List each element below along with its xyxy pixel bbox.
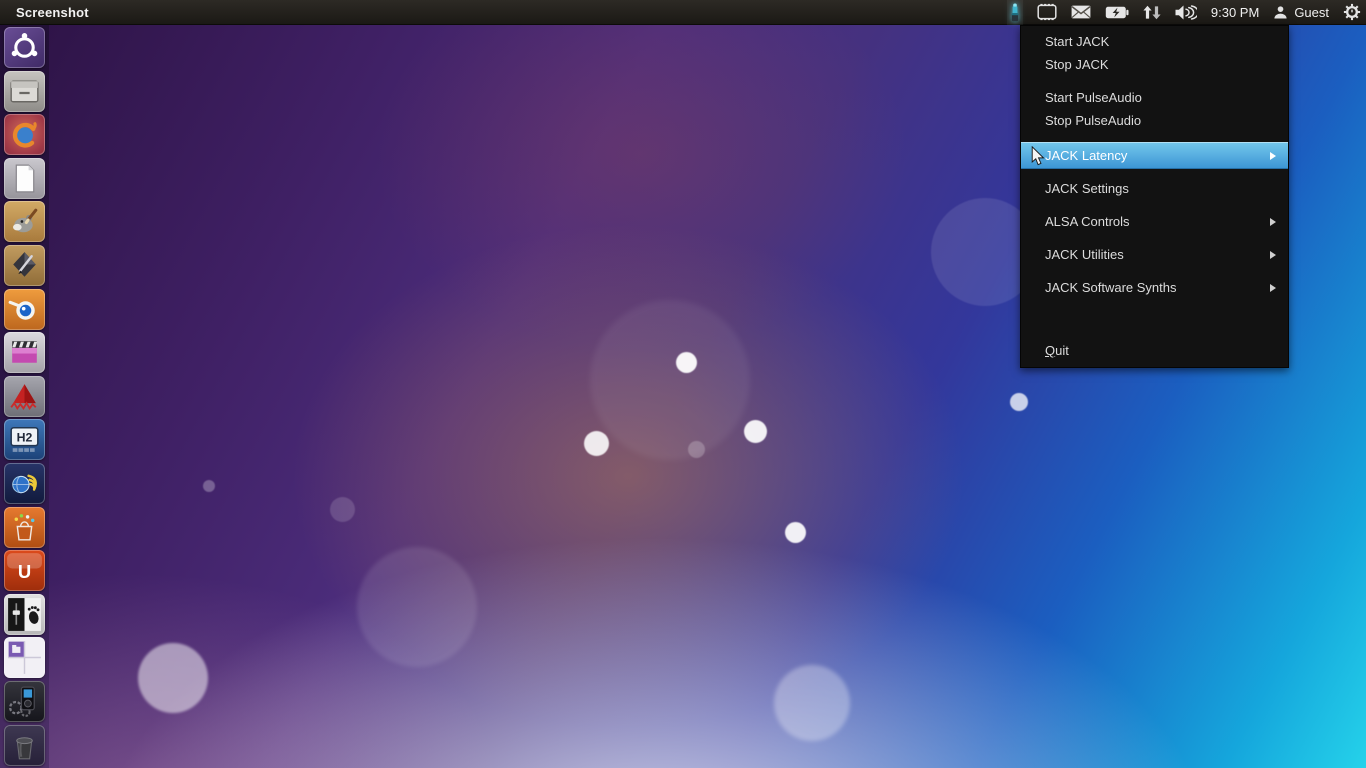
launcher-item-video-editor[interactable] — [4, 332, 45, 374]
menu-item-quit[interactable]: Quit — [1021, 339, 1288, 362]
submenu-arrow-icon — [1270, 283, 1276, 292]
user-menu[interactable]: Guest — [1273, 0, 1329, 25]
submenu-arrow-icon — [1270, 250, 1276, 259]
volume-icon[interactable] — [1175, 0, 1197, 25]
session-gear-icon[interactable] — [1343, 0, 1361, 25]
network-arrows-icon[interactable] — [1143, 0, 1161, 25]
bokeh-circle — [138, 643, 208, 713]
launcher-item-firefox[interactable] — [4, 114, 45, 156]
menu-item-start-jack[interactable]: Start JACK — [1021, 30, 1288, 53]
menu-item-label: Quit — [1045, 343, 1069, 358]
svg-text:H2: H2 — [17, 431, 33, 445]
document-icon — [15, 164, 35, 193]
shopping-bag-icon — [14, 513, 35, 541]
bokeh-circle — [330, 497, 355, 522]
clapperboard-icon — [12, 341, 38, 363]
bokeh-circle — [590, 300, 750, 460]
menu-item-alsa-controls[interactable]: ALSA Controls — [1021, 210, 1288, 233]
workspaces-icon — [8, 641, 41, 675]
submenu-arrow-icon — [1270, 217, 1276, 226]
launcher-item-audio-mixer[interactable] — [4, 593, 45, 635]
gimp-icon — [13, 209, 38, 233]
launcher-item-file-manager[interactable] — [4, 70, 45, 112]
bokeh-circle — [744, 420, 767, 443]
menu-item-label: JACK Latency — [1045, 148, 1128, 163]
h2-icon: H2 — [10, 427, 39, 453]
launcher-item-gimp[interactable] — [4, 201, 45, 243]
menu-item-label: JACK Utilities — [1045, 247, 1124, 262]
active-app-title: Screenshot — [16, 4, 89, 20]
launcher-item-hydrogen[interactable]: H2 — [4, 419, 45, 461]
menu-item-jack-settings[interactable]: JACK Settings — [1021, 177, 1288, 200]
firefox-icon — [12, 122, 37, 148]
inkscape-icon — [13, 252, 36, 277]
bokeh-circle — [1010, 393, 1028, 411]
menu-item-label: ALSA Controls — [1045, 214, 1130, 229]
launcher-item-inkscape[interactable] — [4, 244, 45, 286]
launcher-item-libreoffice[interactable] — [4, 157, 45, 199]
bokeh-circle — [357, 547, 477, 667]
indicator-tray: 9:30 PM Guest — [1006, 0, 1366, 25]
menu-item-jack-latency[interactable]: JACK Latency — [1021, 142, 1288, 169]
menu-item-stop-jack[interactable]: Stop JACK — [1021, 53, 1288, 76]
red-pyramid-wave-icon — [10, 383, 37, 410]
trash-icon — [16, 736, 33, 759]
bokeh-circle — [584, 431, 609, 456]
launcher-item-software-center[interactable] — [4, 506, 45, 548]
clock[interactable]: 9:30 PM — [1211, 0, 1259, 25]
mixer-foot-icon — [8, 597, 41, 631]
jack-indicator-icon[interactable] — [1006, 0, 1023, 25]
launcher-item-globe-wing-app[interactable] — [4, 462, 45, 504]
jack-indicator-menu: Start JACK Stop JACK Start PulseAudio St… — [1020, 25, 1289, 368]
bokeh-circle — [203, 480, 215, 492]
media-device-icon — [9, 686, 35, 717]
file-cabinet-icon — [10, 80, 39, 103]
mouse-cursor — [1031, 145, 1045, 171]
mail-icon[interactable] — [1071, 0, 1091, 25]
menu-item-stop-pulseaudio[interactable]: Stop PulseAudio — [1021, 109, 1288, 132]
launcher-item-audio-workstation[interactable] — [4, 375, 45, 417]
battery-icon[interactable] — [1105, 0, 1129, 25]
menu-item-jack-software-synths[interactable]: JACK Software Synths — [1021, 276, 1288, 299]
submenu-arrow-icon — [1270, 151, 1276, 160]
launcher-item-dash-home[interactable] — [4, 27, 45, 68]
bokeh-circle — [774, 665, 850, 741]
top-panel: Screenshot 9:30 PM Guest — [0, 0, 1366, 25]
launcher-item-blender[interactable] — [4, 288, 45, 330]
blender-icon — [8, 300, 35, 320]
film-frame-icon[interactable] — [1037, 0, 1057, 25]
ubuntu-logo-icon — [11, 33, 38, 58]
svg-text:U: U — [18, 561, 31, 582]
menu-item-start-pulseaudio[interactable]: Start PulseAudio — [1021, 86, 1288, 109]
launcher-item-ubuntu-one[interactable]: U — [4, 550, 45, 592]
launcher-item-trash[interactable] — [4, 724, 45, 766]
bokeh-circle — [785, 522, 806, 543]
unity-launcher: H2 U — [0, 25, 49, 768]
user-label: Guest — [1294, 4, 1329, 20]
launcher-item-workspace-switcher[interactable] — [4, 637, 45, 679]
user-icon — [1274, 5, 1287, 18]
launcher-item-media-device-manager[interactable] — [4, 680, 45, 722]
globe-wing-icon — [12, 474, 37, 494]
menu-item-jack-utilities[interactable]: JACK Utilities — [1021, 243, 1288, 266]
ubuntu-one-icon: U — [7, 553, 42, 582]
menu-item-label: JACK Software Synths — [1045, 280, 1177, 295]
